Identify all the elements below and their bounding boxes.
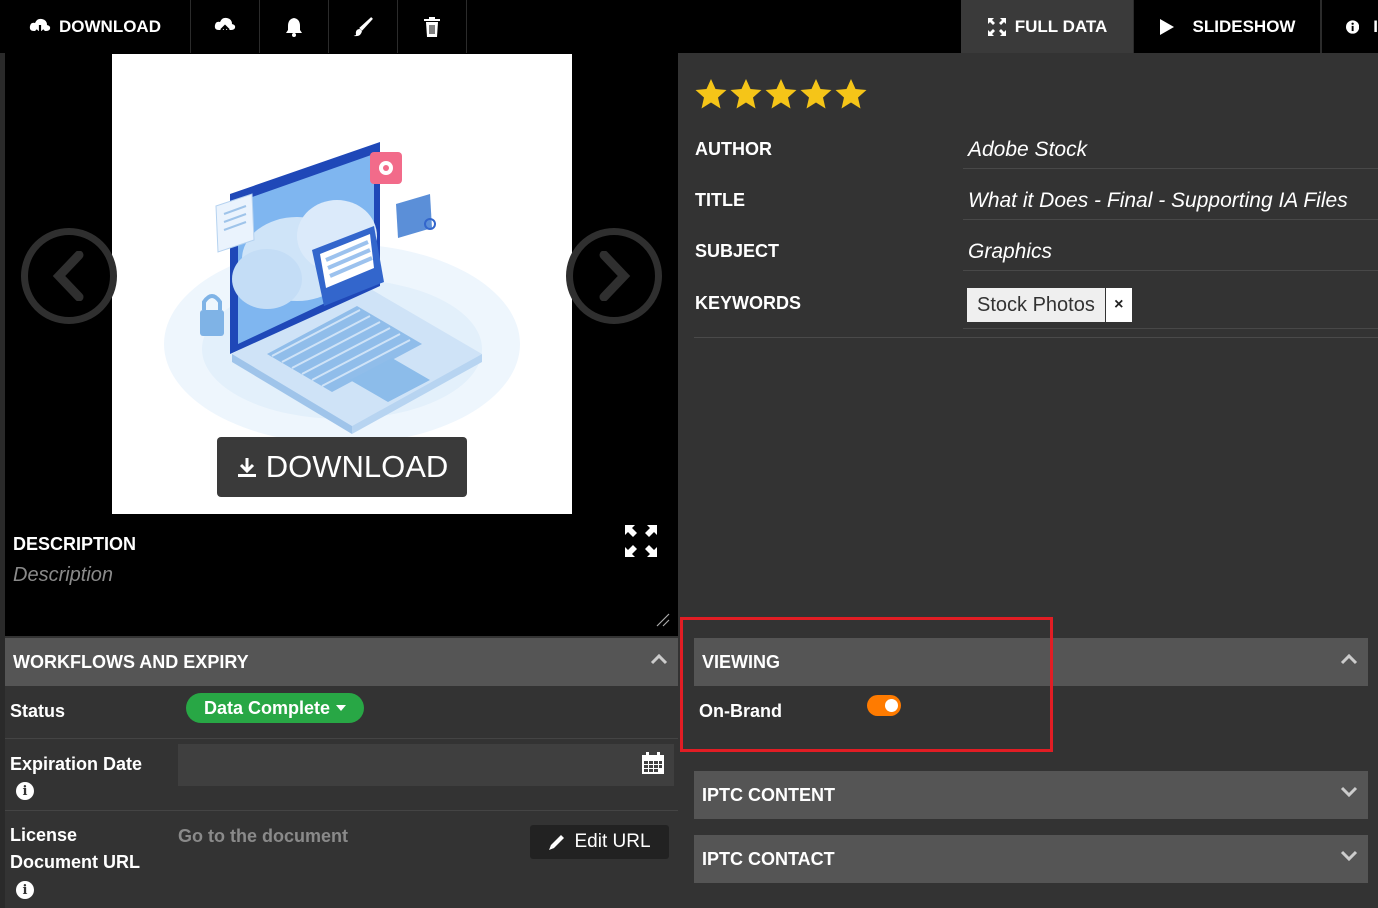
status-label: Status (10, 701, 66, 721)
description-panel: DESCRIPTION Description (5, 514, 678, 636)
download-label: DOWNLOAD (59, 16, 161, 36)
previous-asset-button[interactable] (21, 228, 117, 324)
edit-url-label: Edit URL (574, 831, 651, 852)
subject-value[interactable]: Graphics (968, 240, 1052, 264)
author-value[interactable]: Adobe Stock (968, 138, 1087, 162)
iptc-contact-title: IPTC CONTACT (702, 848, 835, 869)
workflows-section-header[interactable]: WORKFLOWS AND EXPIRY (5, 638, 678, 686)
chevron-up-icon (650, 653, 668, 665)
tab-info[interactable]: I (1321, 0, 1378, 53)
expand-icon (625, 525, 657, 557)
brush-icon (353, 16, 373, 36)
preview-download-button[interactable]: DOWNLOAD (217, 437, 467, 497)
bell-icon (286, 17, 302, 37)
divider (5, 738, 678, 739)
expiration-date-label: Expiration Date (10, 754, 143, 774)
edit-brush-button[interactable] (329, 0, 398, 53)
tab-full-data-label: FULL DATA (1014, 16, 1108, 36)
status-value: Data Complete (203, 697, 331, 718)
description-label: DESCRIPTION (13, 534, 137, 554)
remove-keyword-icon[interactable]: × (1105, 288, 1132, 322)
workflows-title: WORKFLOWS AND EXPIRY (13, 651, 249, 672)
divider (694, 337, 1378, 338)
keyword-tag[interactable]: Stock Photos × (967, 288, 1132, 322)
next-asset-button[interactable] (566, 228, 662, 324)
keywords-label: KEYWORDS (695, 293, 802, 313)
license-info-icon[interactable]: i (16, 881, 34, 899)
document-url-label: Document URL (10, 852, 140, 872)
download-arrow-icon (237, 458, 256, 477)
play-icon (1159, 18, 1174, 35)
divider (963, 168, 1378, 169)
iptc-content-title: IPTC CONTENT (702, 784, 835, 805)
highlight-box (680, 617, 1053, 752)
star-rating[interactable] (694, 78, 868, 110)
caret-down-icon (336, 705, 347, 711)
chevron-up-icon (1340, 653, 1358, 665)
info-icon (1346, 19, 1360, 34)
chevron-down-icon (1340, 786, 1358, 798)
cloud-upload-icon (214, 17, 236, 36)
expand-icon (987, 17, 1006, 36)
keyword-tag-label: Stock Photos (967, 288, 1105, 322)
tab-slideshow[interactable]: SLIDESHOW (1133, 0, 1321, 53)
preview-download-label: DOWNLOAD (265, 449, 449, 484)
expiration-date-input[interactable] (178, 744, 674, 786)
star-icon[interactable] (729, 78, 763, 110)
divider (963, 219, 1378, 220)
top-toolbar: DOWNLOAD FULL DATA SLIDESHOW I (0, 0, 1378, 53)
divider (5, 810, 678, 811)
pencil-icon (549, 835, 565, 850)
status-dropdown[interactable]: Data Complete (186, 693, 364, 723)
iptc-content-section-header[interactable]: IPTC CONTENT (694, 771, 1368, 819)
description-expand-button[interactable] (624, 524, 658, 563)
chevron-right-icon (599, 251, 631, 301)
resize-grip-icon[interactable] (656, 613, 670, 632)
edit-url-button[interactable]: Edit URL (530, 825, 669, 859)
tab-info-label: I (1373, 16, 1378, 36)
star-icon[interactable] (694, 78, 728, 110)
author-label: AUTHOR (695, 139, 772, 159)
notify-button[interactable] (260, 0, 329, 53)
tab-slideshow-label: SLIDESHOW (1192, 16, 1296, 36)
calendar-icon[interactable] (642, 752, 664, 779)
upload-button[interactable] (191, 0, 260, 53)
star-icon[interactable] (799, 78, 833, 110)
title-value[interactable]: What it Does - Final - Supporting IA Fil… (968, 189, 1348, 213)
cloud-download-icon (29, 18, 51, 36)
star-icon[interactable] (834, 78, 868, 110)
document-link[interactable]: Go to the document (178, 826, 348, 847)
star-icon[interactable] (764, 78, 798, 110)
iptc-contact-section-header[interactable]: IPTC CONTACT (694, 835, 1368, 883)
expiration-info-icon[interactable]: i (16, 782, 34, 800)
title-label: TITLE (695, 190, 745, 210)
delete-button[interactable] (398, 0, 467, 53)
download-button[interactable]: DOWNLOAD (0, 0, 191, 53)
divider (963, 328, 1378, 329)
tab-full-data[interactable]: FULL DATA (961, 0, 1133, 53)
chevron-down-icon (1340, 850, 1358, 862)
divider (963, 270, 1378, 271)
trash-icon (424, 16, 440, 37)
subject-label: SUBJECT (695, 241, 780, 261)
license-label: License (10, 825, 78, 845)
chevron-left-icon (52, 251, 84, 301)
description-input[interactable]: Description (13, 564, 113, 587)
